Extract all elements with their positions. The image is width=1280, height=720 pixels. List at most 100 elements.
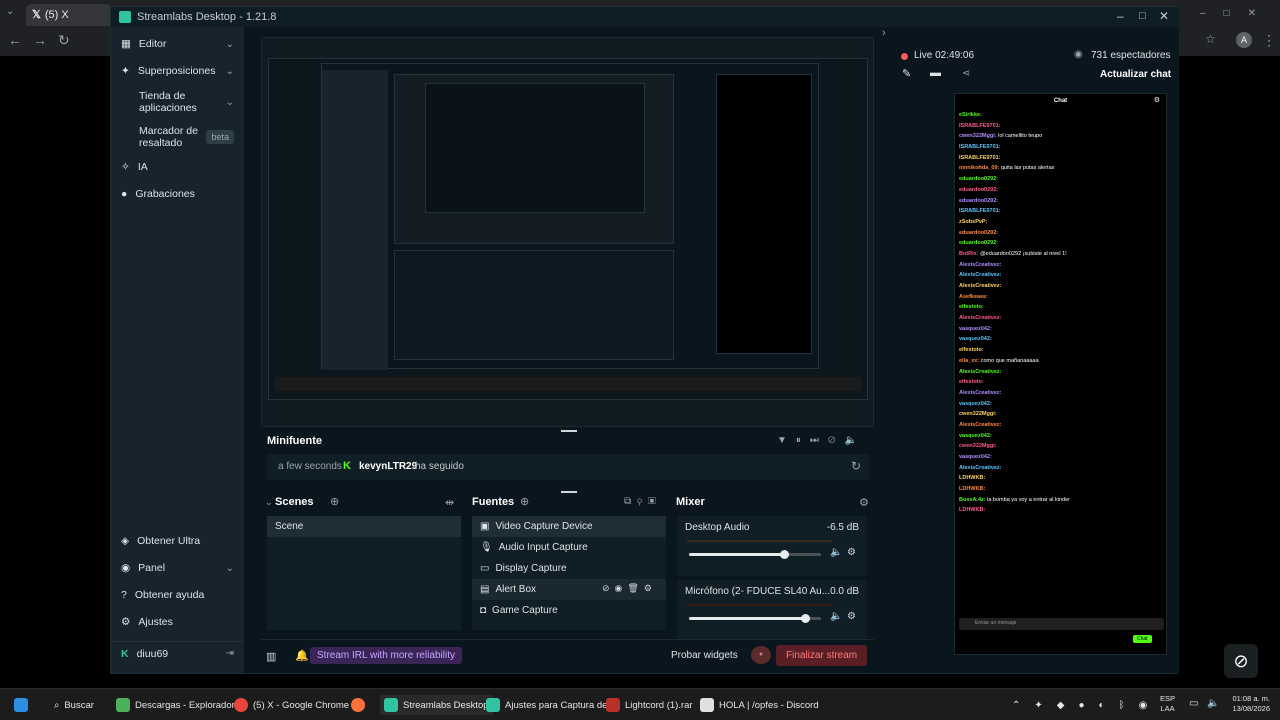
tray-app-icon[interactable]: ◆ (1057, 700, 1074, 711)
source-item[interactable]: 🎙 Audio Input Capture (472, 537, 664, 558)
clock[interactable]: 01:08 a. m. 13/08/2026 (1224, 694, 1270, 714)
gear-icon[interactable]: ⚙ (847, 611, 856, 622)
folder-icon[interactable]: ▣ (648, 496, 662, 507)
logout-icon[interactable]: ⇥ (226, 648, 234, 659)
chat-username[interactable]: eduardoo0292: (959, 230, 998, 236)
filter-icon[interactable]: ▼ (777, 435, 796, 446)
chat-username[interactable]: AlexisCreativez: (959, 465, 1002, 471)
volume-knob[interactable] (780, 550, 790, 559)
volume-icon[interactable]: 🔈 (1207, 698, 1219, 709)
network-icon[interactable]: ▭ (1189, 698, 1198, 709)
chat-username[interactable]: AlexisCreativez: (959, 283, 1002, 289)
chat-username[interactable]: ISRABLFE9701: (959, 144, 1001, 150)
test-widgets-button[interactable]: Probar widgets (671, 650, 738, 661)
sidebar-item-ai[interactable]: ✧ IA (111, 155, 244, 179)
reload-icon[interactable]: ↻ (58, 32, 70, 49)
chat-send-button[interactable]: Chat (1133, 635, 1152, 643)
folder-icon[interactable]: ▬ (930, 67, 941, 79)
chat-username[interactable]: zSobsPvP: (959, 219, 987, 225)
tray-app-icon[interactable]: ◉ (1139, 700, 1157, 711)
tray-app-icon[interactable]: ◐ (1099, 700, 1114, 711)
share-icon[interactable]: ⋖ (962, 68, 970, 79)
taskbar-app[interactable]: Ajustes para Captura de (486, 695, 607, 715)
stats-icon[interactable]: ▥ (266, 650, 276, 663)
start-button[interactable] (14, 695, 28, 715)
chat-username[interactable]: eduardoo0292: (959, 176, 998, 182)
chat-username[interactable]: AlexisCreativez: (959, 315, 1002, 321)
back-icon[interactable]: ← (8, 32, 22, 48)
chat-username[interactable]: vasquez042: (959, 336, 992, 342)
chat-username[interactable]: eSirikke: (959, 112, 982, 118)
browser-window-controls[interactable]: –□✕ (1200, 8, 1274, 19)
chat-username[interactable]: BotRix: (959, 251, 979, 257)
system-tray[interactable]: ⌃ ✦ ◆ ● ◐ ᛒ ◉ (1012, 695, 1156, 715)
collapse-right-icon[interactable]: › (882, 27, 886, 39)
scene-item[interactable]: Scene (267, 516, 461, 537)
mute-icon[interactable]: 🔈 (830, 547, 842, 558)
eye-icon[interactable]: ◉ (615, 583, 628, 593)
gear-icon[interactable]: ⚙ (644, 583, 657, 593)
chat-username[interactable]: AlexisCreativez: (959, 422, 1002, 428)
sidebar-item-highlighter[interactable]: Marcador de resaltado beta (111, 121, 244, 153)
chat-username[interactable]: vasquez042: (959, 401, 992, 407)
source-item[interactable]: ▣ Video Capture Device (472, 516, 666, 537)
chat-username[interactable]: AlexisCreativez: (959, 390, 1002, 396)
chat-username[interactable]: elfestoto: (959, 347, 984, 353)
taskbar-search[interactable]: ⌕ Buscar (54, 695, 94, 715)
collapse-chevron-icon[interactable]: ⌄ (265, 497, 273, 508)
chat-username[interactable]: ella_xx: (959, 358, 979, 364)
add-source-icon[interactable]: ⊕ (520, 495, 529, 508)
chat-username[interactable]: elfestoto: (959, 304, 984, 310)
chat-settings-icon[interactable]: ⚙ (1154, 96, 1160, 104)
chat-username[interactable]: LDHWKB: (959, 475, 985, 481)
volume-slider[interactable] (689, 614, 821, 623)
chat-username[interactable]: eduardoo0292: (959, 198, 998, 204)
volume-icon[interactable]: 🔈 (845, 435, 866, 446)
chat-username[interactable]: vasquez042: (959, 326, 992, 332)
edit-icon[interactable]: ✎ (902, 67, 911, 80)
chat-input[interactable]: Enviar un mensaje (959, 618, 1164, 630)
chat-username[interactable]: ISRABLFE9701: (959, 208, 1001, 214)
sidebar-item-settings[interactable]: ⚙ Ajustes (111, 610, 244, 634)
tray-app-icon[interactable]: ✦ (1034, 700, 1051, 711)
close-icon[interactable]: ✕ (1159, 9, 1169, 23)
chat-username[interactable]: BossA.4z: (959, 497, 986, 503)
bluetooth-icon[interactable]: ᛒ (1119, 700, 1134, 711)
taskbar-app[interactable]: Descargas - Explorador (116, 695, 235, 715)
source-item[interactable]: ◘ Game Capture (472, 600, 664, 621)
floating-action-icon[interactable]: ⊘ (1224, 644, 1258, 678)
chat-username[interactable]: cwen322Mggi: (959, 411, 997, 417)
chat-username[interactable]: elfestoto: (959, 379, 984, 385)
taskbar-app[interactable] (351, 695, 365, 715)
chat-username[interactable]: vasquez042: (959, 454, 992, 460)
browser-tab[interactable]: 𝕏 (5) X (26, 4, 112, 26)
chat-username[interactable]: AlexisCreativez: (959, 272, 1002, 278)
maximize-icon[interactable]: □ (1139, 10, 1146, 22)
source-item[interactable]: ▭ Display Capture (472, 558, 664, 579)
chat-username[interactable]: Asefkeaee: (959, 294, 988, 300)
language-indicator[interactable]: ESP LAA (1160, 694, 1175, 714)
chat-username[interactable]: cwen322Mggi: (959, 443, 997, 449)
add-scene-icon[interactable]: ⊕ (330, 495, 339, 508)
skip-icon[interactable]: ⏭ (810, 435, 828, 446)
lock-icon[interactable]: ⊘ (602, 583, 615, 593)
chat-username[interactable]: ISRABLFE9701: (959, 155, 1001, 161)
chat-username[interactable]: ninnikohda_09: (959, 165, 999, 171)
volume-slider[interactable] (689, 550, 821, 559)
sidebar-user[interactable]: K diuu69 ⇥ (111, 641, 244, 665)
pause-icon[interactable]: ⏸ (796, 435, 810, 446)
end-stream-button[interactable]: Finalizar stream (776, 645, 868, 666)
chat-username[interactable]: AlexisCreativez: (959, 262, 1002, 268)
chrome-menu-icon[interactable]: ⋮ (1262, 32, 1276, 49)
source-props-icon[interactable]: ⚲ (637, 496, 648, 507)
source-item[interactable]: ▤ Alert Box ⊘◉🗑⚙ (472, 579, 666, 600)
chat-username[interactable]: LDHWKB: (959, 507, 985, 513)
taskbar-app[interactable]: (5) X - Google Chrome (234, 695, 349, 715)
resize-handle[interactable] (561, 430, 577, 432)
volume-knob[interactable] (801, 614, 811, 623)
chat-username[interactable]: vasquez042: (959, 433, 992, 439)
chat-username[interactable]: cwen322Mggi: (959, 133, 997, 139)
sidebar-item-help[interactable]: ? Obtener ayuda (111, 583, 244, 607)
irl-promo-button[interactable]: Stream IRL with more reliability (310, 647, 463, 664)
chat-username[interactable]: eduardoo0292: (959, 187, 998, 193)
